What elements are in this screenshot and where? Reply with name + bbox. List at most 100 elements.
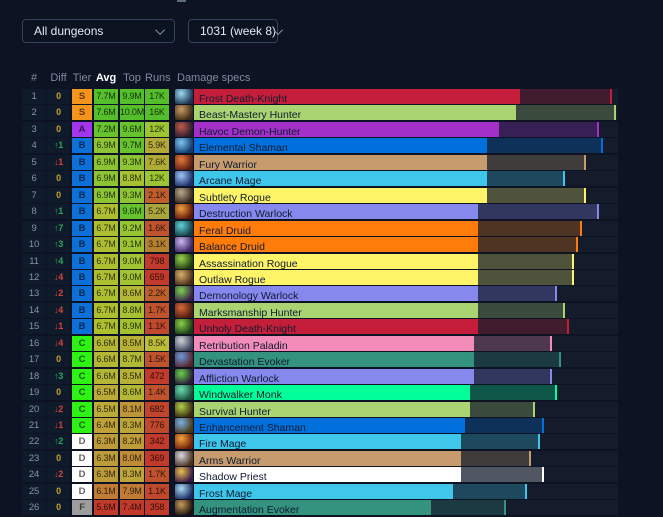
table-row[interactable]: 10↑3B6.7M9.1M3.1KBalance Druid: [0, 237, 663, 252]
runs-cell: 7.6K: [145, 155, 169, 170]
spec-name-label: Arcane Mage: [194, 174, 261, 186]
tier-badge: C: [72, 385, 92, 400]
rank-cell: 19: [22, 385, 46, 400]
top-damage-cell: 9.3M: [120, 155, 144, 170]
avg-damage-cell: 6.6M: [94, 369, 118, 384]
table-row[interactable]: 10S7.7M9.9M17KFrost Death-Knight: [0, 89, 663, 104]
table-row[interactable]: 12↓4B6.7M9.0M659Outlaw Rogue: [0, 270, 663, 285]
tier-badge: B: [72, 138, 92, 153]
tier-badge: S: [72, 105, 92, 120]
tier-badge: B: [72, 171, 92, 186]
runs-cell: 17K: [145, 89, 169, 104]
rank-diff-cell: ↑7: [47, 221, 70, 236]
avg-damage-bar: Fury Warrior: [194, 155, 487, 170]
table-row[interactable]: 15↓1B6.7M8.9M1.1KUnholy Death-Knight: [0, 319, 663, 334]
spec-name-label: Affliction Warlock: [194, 372, 279, 384]
avg-damage-cell: 6.3M: [94, 451, 118, 466]
avg-damage-cell: 7.6M: [94, 105, 118, 120]
unholy-death-knight-icon: [175, 319, 193, 334]
table-row[interactable]: 60B6.9M8.8M12KArcane Mage: [0, 171, 663, 186]
table-row[interactable]: 30A7.2M9.6M12KHavoc Demon-Hunter: [0, 122, 663, 137]
avg-damage-bar: Affliction Warlock: [194, 369, 474, 384]
table-row[interactable]: 13↓2B6.7M8.6M2.2KDemonology Warlock: [0, 286, 663, 301]
spec-name-label: Retribution Paladin: [194, 339, 288, 351]
survival-hunter-icon: [175, 402, 193, 417]
rank-diff-cell: 0: [47, 122, 70, 137]
table-row[interactable]: 20↓2C6.5M8.1M682Survival Hunter: [0, 402, 663, 417]
table-row[interactable]: 18↑3C6.6M8.5M472Affliction Warlock: [0, 369, 663, 384]
runs-cell: 798: [145, 254, 169, 269]
arcane-mage-icon: [175, 171, 193, 186]
avg-damage-cell: 7.7M: [94, 89, 118, 104]
spec-name-label: Arms Warrior: [194, 454, 260, 466]
table-row[interactable]: 14↓4B6.7M8.8M1.7KMarksmanship Hunter: [0, 303, 663, 318]
avg-damage-bar: Frost Mage: [194, 484, 453, 499]
avg-damage-bar: Augmentation Evoker: [194, 500, 431, 515]
rank-cell: 13: [22, 286, 46, 301]
table-row[interactable]: 260F5.6M7.4M358Augmentation Evoker: [0, 500, 663, 515]
damage-bar-track: Shadow Priest: [194, 467, 618, 482]
table-row[interactable]: 24↓2D6.3M8.3M1.7KShadow Priest: [0, 467, 663, 482]
table-row[interactable]: 22↑2D6.3M8.2M342Fire Mage: [0, 434, 663, 449]
table-row[interactable]: 8↑1B6.7M9.6M5.2KDestruction Warlock: [0, 204, 663, 219]
table-row[interactable]: 190C6.5M8.6M1.4KWindwalker Monk: [0, 385, 663, 400]
spec-name-label: Elemental Shaman: [194, 141, 288, 153]
rank-diff-cell: 0: [47, 385, 70, 400]
top-damage-cell: 10.0M: [120, 105, 144, 120]
rank-diff-cell: 0: [47, 188, 70, 203]
damage-bar-track: Unholy Death-Knight: [194, 319, 618, 334]
damage-bar-track: Assassination Rogue: [194, 254, 618, 269]
table-row[interactable]: 4↑1B6.9M9.7M5.9KElemental Shaman: [0, 138, 663, 153]
avg-damage-bar: Unholy Death-Knight: [194, 319, 478, 334]
runs-cell: 1.1K: [145, 484, 169, 499]
table-row[interactable]: 11↑4B6.7M9.0M798Assassination Rogue: [0, 254, 663, 269]
spec-name-label: Frost Mage: [194, 487, 252, 499]
rank-diff-cell: ↑4: [47, 254, 70, 269]
damage-bar-track: Fury Warrior: [194, 155, 618, 170]
damage-bar-track: Havoc Demon-Hunter: [194, 122, 618, 137]
damage-bar-track: Subtlety Rogue: [194, 188, 618, 203]
table-row[interactable]: 5↓1B6.9M9.3M7.6KFury Warrior: [0, 155, 663, 170]
table-row[interactable]: 21↓1C6.4M8.3M776Enhancement Shaman: [0, 418, 663, 433]
top-damage-cell: 9.6M: [120, 204, 144, 219]
table-row[interactable]: 230D6.3M8.0M369Arms Warrior: [0, 451, 663, 466]
spec-name-label: Shadow Priest: [194, 470, 267, 482]
destruction-warlock-icon: [175, 204, 193, 219]
damage-bar-track: Arms Warrior: [194, 451, 618, 466]
table-row[interactable]: 250D6.1M7.9M1.1KFrost Mage: [0, 484, 663, 499]
spec-name-label: Destruction Warlock: [194, 207, 293, 219]
rank-diff-cell: ↑2: [47, 434, 70, 449]
top-damage-cell: 9.2M: [120, 221, 144, 236]
spec-name-label: Feral Druid: [194, 224, 251, 236]
runs-cell: 12K: [145, 122, 169, 137]
top-damage-cell: 8.7M: [120, 352, 144, 367]
runs-cell: 16K: [145, 105, 169, 120]
avg-damage-cell: 6.9M: [94, 188, 118, 203]
tier-badge: B: [72, 270, 92, 285]
rank-cell: 14: [22, 303, 46, 318]
damage-bar-track: Survival Hunter: [194, 402, 618, 417]
top-damage-cell: 8.3M: [120, 418, 144, 433]
avg-damage-cell: 6.3M: [94, 467, 118, 482]
table-row[interactable]: 170C6.6M8.7M1.5KDevastation Evoker: [0, 352, 663, 367]
rank-diff-cell: 0: [47, 105, 70, 120]
tier-badge: C: [72, 352, 92, 367]
runs-cell: 1.5K: [145, 352, 169, 367]
table-row[interactable]: 20S7.6M10.0M16KBeast-Mastery Hunter: [0, 105, 663, 120]
tier-badge: B: [72, 286, 92, 301]
table-row[interactable]: 70B6.9M9.3M2.1KSubtlety Rogue: [0, 188, 663, 203]
damage-bar-track: Arcane Mage: [194, 171, 618, 186]
runs-cell: 3.1K: [145, 237, 169, 252]
outlaw-rogue-icon: [175, 270, 193, 285]
rank-diff-cell: ↓2: [47, 286, 70, 301]
spec-name-label: Fire Mage: [194, 437, 246, 449]
affliction-warlock-icon: [175, 369, 193, 384]
rank-cell: 5: [22, 155, 46, 170]
table-row[interactable]: 9↑7B6.7M9.2M1.6KFeral Druid: [0, 221, 663, 236]
avg-damage-bar: Demonology Warlock: [194, 286, 478, 301]
havoc-demon-hunter-icon: [175, 122, 193, 137]
table-row[interactable]: 16↓4C6.6M8.5M8.5KRetribution Paladin: [0, 336, 663, 351]
avg-damage-cell: 6.7M: [94, 254, 118, 269]
damage-bar-track: Beast-Mastery Hunter: [194, 105, 618, 120]
fury-warrior-icon: [175, 155, 193, 170]
